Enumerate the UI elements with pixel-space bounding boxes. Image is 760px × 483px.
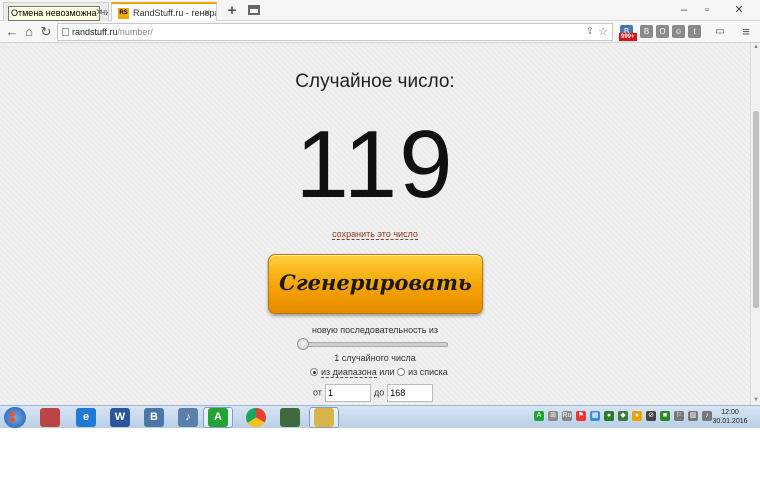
count-label: 1 случайного числа <box>334 353 416 363</box>
url-input[interactable]: randstuff.ru/number/ ⇪ ☆ <box>57 23 613 41</box>
source-radio-group: из диапазона или из списка <box>310 367 448 378</box>
clock-time: 12:00 <box>721 409 739 416</box>
range-to-label: до <box>373 387 385 398</box>
sequence-slider[interactable] <box>300 342 448 347</box>
page-icon <box>62 28 69 36</box>
generate-button[interactable]: Сгенерировать <box>268 254 483 314</box>
reload-icon[interactable]: ↻ <box>38 23 54 41</box>
range-radio-label[interactable]: из диапазона <box>321 367 377 378</box>
randstuff-favicon-icon: RS <box>118 8 129 20</box>
clock[interactable]: 12:00 30.01.2016 <box>706 408 754 426</box>
save-number-link[interactable]: сохранить это число <box>332 229 418 240</box>
clock-date: 30.01.2016 <box>712 418 748 425</box>
tray-icon[interactable]: ⚑ <box>576 411 586 421</box>
undo-tooltip: Отмена невозможна <box>8 6 100 21</box>
list-radio[interactable] <box>397 368 406 376</box>
tray-icon[interactable]: ⊞ <box>548 411 558 421</box>
radio-connector: или <box>379 367 395 377</box>
plus-icon[interactable]: + <box>224 2 240 20</box>
maximize-icon[interactable]: ▫ <box>698 2 716 18</box>
page-content: Случайное число: 119 сохранить это число… <box>0 43 750 405</box>
tray-a-icon[interactable]: A <box>534 411 544 421</box>
close-icon[interactable]: ✕ <box>203 4 211 21</box>
tray-icon[interactable]: ● <box>604 411 614 421</box>
close-icon[interactable]: ✕ <box>95 3 103 21</box>
menu-icon[interactable]: ≡ <box>738 23 754 41</box>
extension-icon[interactable]: В <box>640 25 653 38</box>
list-radio-label[interactable]: из списка <box>408 367 448 377</box>
extension-icon[interactable]: ☺ <box>672 25 685 38</box>
window-app-icon[interactable] <box>280 408 300 427</box>
tray-icon[interactable]: ◆ <box>618 411 628 421</box>
speaker-icon[interactable]: ♪ <box>178 408 198 427</box>
tray-icon[interactable]: ▦ <box>590 411 600 421</box>
home-icon[interactable]: ⌂ <box>21 23 37 41</box>
range-inputs: от до <box>313 384 434 402</box>
page-title: Случайное число: <box>295 71 455 92</box>
sequence-label: новую последовательность из <box>311 325 439 335</box>
slider-handle[interactable] <box>297 338 309 350</box>
url-domain: randstuff.ru <box>72 27 118 37</box>
tray-icon[interactable]: ● <box>632 411 642 421</box>
tab-random-numbers[interactable]: ных чисел Отмена невозможна ✕ <box>3 2 109 21</box>
range-from-input[interactable] <box>324 384 371 402</box>
explorer-icon[interactable] <box>314 408 334 427</box>
tab-strip: ных чисел Отмена невозможна ✕ RSRandStuf… <box>0 0 760 21</box>
range-to-input[interactable] <box>387 384 434 402</box>
window-close-icon[interactable]: ✕ <box>724 2 754 18</box>
scroll-thumb[interactable] <box>753 111 759 308</box>
tray-icon[interactable]: ⊘ <box>646 411 656 421</box>
address-bar: ← ⌂ ↻ randstuff.ru/number/ ⇪ ☆ B 999+ В … <box>0 21 760 43</box>
extension-icon[interactable]: О <box>656 25 669 38</box>
back-arrow-icon[interactable]: ← <box>4 23 20 41</box>
twitter-icon[interactable]: t <box>688 25 701 38</box>
network-icon[interactable]: ▥ <box>688 411 698 421</box>
word-icon[interactable]: W <box>110 408 130 427</box>
tab-randstuff[interactable]: RSRandStuff.ru - генератор сл ✕ <box>111 2 217 21</box>
internet-explorer-icon[interactable]: e <box>76 408 96 427</box>
url-path: /number/ <box>117 27 153 37</box>
scroll-down-icon[interactable]: ▼ <box>751 396 760 405</box>
start-button[interactable] <box>4 407 26 428</box>
minimize-icon[interactable]: – <box>675 2 693 18</box>
tab-list-icon[interactable] <box>248 5 260 15</box>
range-radio[interactable] <box>310 368 318 376</box>
chat-icon[interactable]: ▭ <box>712 23 728 41</box>
share-icon[interactable]: ⇪ <box>586 24 594 40</box>
save-number-link-wrap: сохранить это число <box>0 229 750 240</box>
random-number: 119 <box>295 111 455 218</box>
flag-icon[interactable]: ⚐ <box>674 411 684 421</box>
app-a-icon[interactable]: A <box>208 408 228 427</box>
taskbar: e W В ♪ A A ⊞ Ru ⚑ ▦ ● ◆ ● ⊘ ■ ⚐ ▥ ♪ 12:00 3… <box>0 405 760 428</box>
scrollbar[interactable]: ▲ ▼ <box>750 43 760 405</box>
range-from-label: от <box>313 387 322 398</box>
tray-icon[interactable]: ■ <box>660 411 670 421</box>
notification-badge: 999+ <box>619 33 637 41</box>
scroll-up-icon[interactable]: ▲ <box>751 43 760 52</box>
chrome-icon[interactable] <box>246 408 266 427</box>
winamp-icon[interactable] <box>40 408 60 427</box>
vk-icon[interactable]: В <box>144 408 164 427</box>
tray-language-icon[interactable]: Ru <box>562 411 572 421</box>
star-icon[interactable]: ☆ <box>598 24 608 40</box>
